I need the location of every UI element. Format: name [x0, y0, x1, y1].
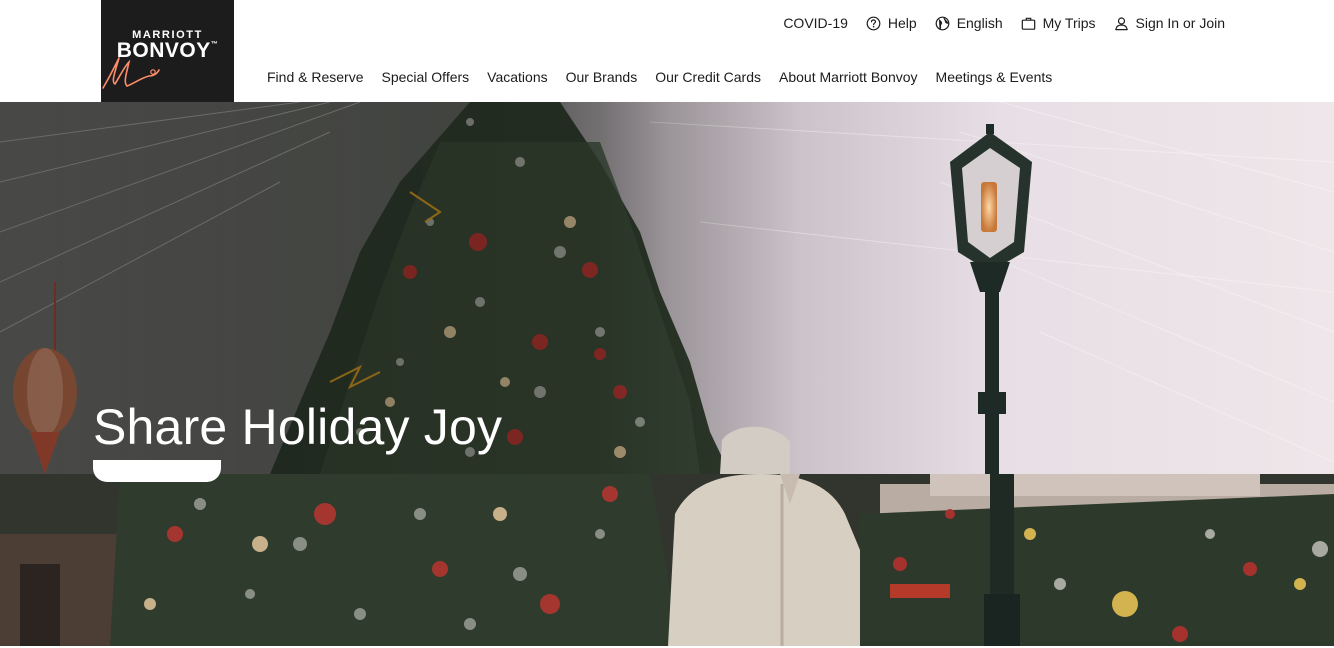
brand-bonvoy-end: Y — [196, 39, 211, 62]
suitcase-icon — [1021, 16, 1036, 31]
person-icon — [1114, 16, 1129, 31]
nav-credit-cards[interactable]: Our Credit Cards — [655, 69, 761, 85]
nav-about-bonvoy[interactable]: About Marriott Bonvoy — [779, 69, 918, 85]
my-trips-label: My Trips — [1042, 15, 1096, 31]
help-link[interactable]: Help — [866, 15, 917, 31]
hero-banner: Share Holiday Joy — [0, 102, 1334, 646]
brand-trademark: ™ — [210, 41, 219, 48]
hero-title: Share Holiday Joy — [93, 399, 503, 455]
hero-image-lower-band — [0, 474, 1334, 646]
site-header: MARRIOTT BONVOY™ COVID-19 Help English M… — [0, 0, 1334, 102]
nav-find-reserve[interactable]: Find & Reserve — [267, 69, 363, 85]
question-circle-icon — [866, 16, 881, 31]
sign-in-link[interactable]: Sign In or Join — [1114, 15, 1226, 31]
nav-special-offers[interactable]: Special Offers — [381, 69, 469, 85]
language-label: English — [956, 15, 1003, 31]
hero-cta-button[interactable] — [93, 460, 221, 482]
marriott-bonvoy-logo[interactable]: MARRIOTT BONVOY™ — [101, 0, 234, 102]
nav-vacations[interactable]: Vacations — [487, 69, 547, 85]
nav-our-brands[interactable]: Our Brands — [566, 69, 638, 85]
covid-label: COVID-19 — [783, 15, 848, 31]
globe-icon — [935, 16, 950, 31]
brand-bonvoy-text: BONVOY™ — [101, 39, 234, 63]
brand-bonvoy-o: O — [179, 39, 197, 62]
main-nav: Find & Reserve Special Offers Vacations … — [267, 69, 1070, 85]
brand-bonvoy-part: BONV — [116, 39, 180, 62]
sign-in-label: Sign In or Join — [1135, 15, 1226, 31]
utility-nav: COVID-19 Help English My Trips Sign In o… — [783, 14, 1225, 32]
language-selector[interactable]: English — [935, 15, 1003, 31]
help-label: Help — [887, 15, 917, 31]
my-trips-link[interactable]: My Trips — [1021, 15, 1096, 31]
covid-link[interactable]: COVID-19 — [783, 15, 848, 31]
nav-meetings-events[interactable]: Meetings & Events — [936, 69, 1053, 85]
